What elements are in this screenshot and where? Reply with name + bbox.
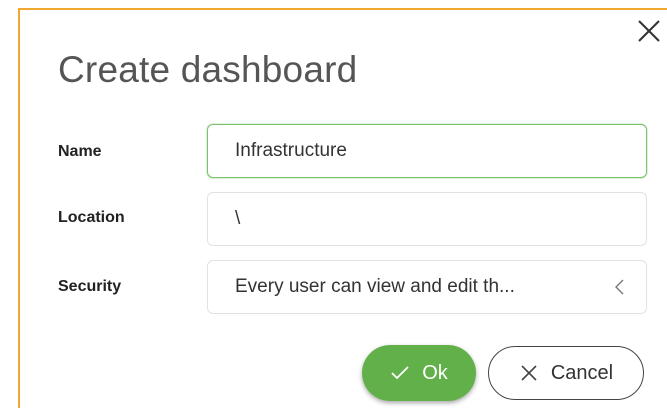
cancel-button[interactable]: Cancel — [488, 346, 644, 400]
name-label: Name — [58, 143, 102, 160]
name-field[interactable] — [207, 124, 647, 178]
security-label: Security — [58, 278, 122, 295]
dialog-title: Create dashboard — [58, 49, 358, 90]
security-select[interactable]: Every user can view and edit th... — [207, 260, 647, 314]
chevron-left-icon[interactable] — [600, 277, 640, 297]
check-icon — [390, 365, 410, 381]
name-input[interactable] — [235, 140, 646, 162]
location-label: Location — [58, 209, 125, 226]
ok-button[interactable]: Ok — [362, 345, 476, 401]
create-dashboard-dialog: Create dashboard Name Location Security … — [18, 8, 667, 408]
location-field[interactable] — [207, 192, 647, 246]
ok-label: Ok — [422, 361, 448, 384]
security-selected-value: Every user can view and edit th... — [235, 276, 515, 297]
close-button[interactable] — [632, 14, 666, 48]
close-icon — [638, 20, 660, 42]
location-input[interactable] — [235, 208, 646, 230]
cancel-label: Cancel — [550, 361, 614, 384]
close-icon — [519, 363, 539, 383]
